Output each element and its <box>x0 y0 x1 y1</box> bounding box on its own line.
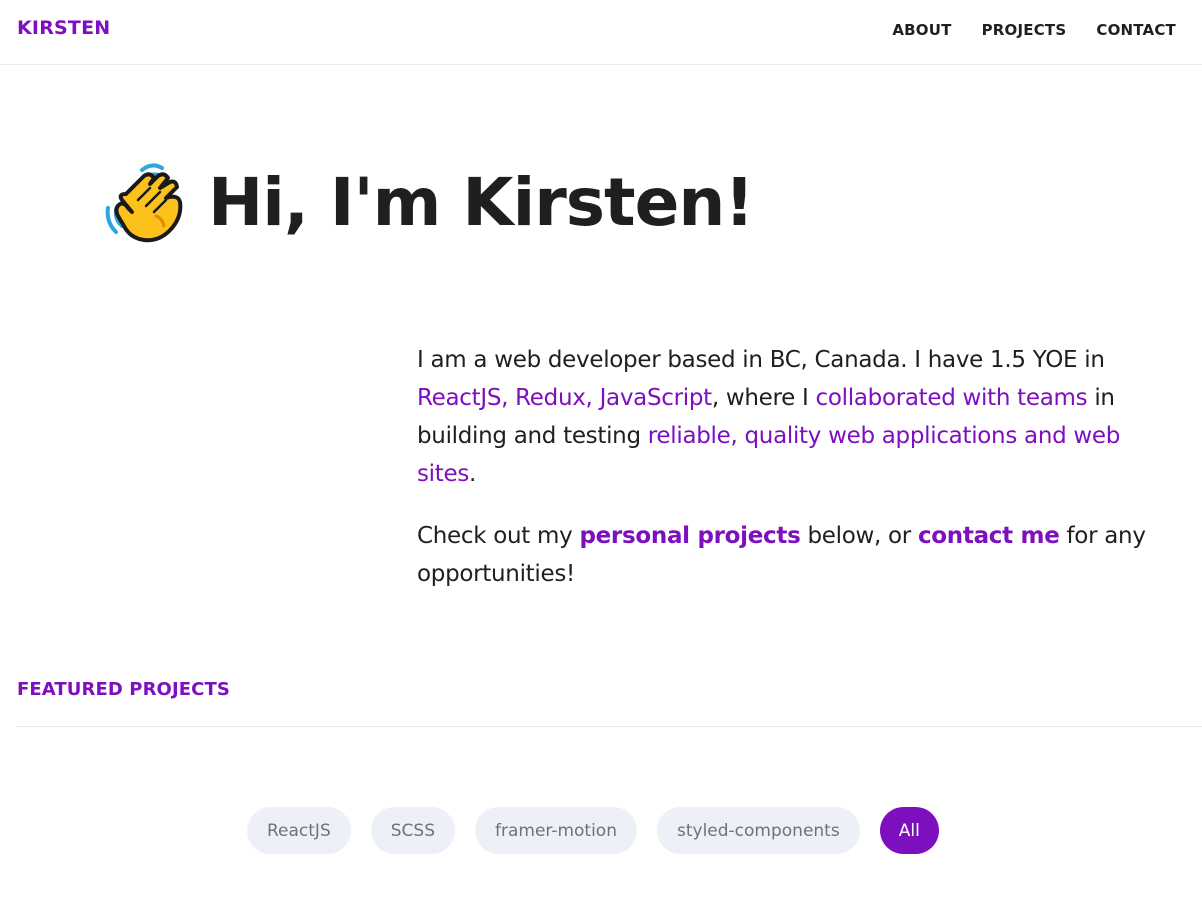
intro-text-span: . <box>469 461 477 487</box>
brand-logo-link[interactable]: KIRSTEN <box>17 17 110 39</box>
skills-highlight: ReactJS, Redux, JavaScript <box>417 385 712 411</box>
filter-chip-reactjs[interactable]: ReactJS <box>247 807 351 854</box>
intro-paragraph-1: I am a web developer based in BC, Canada… <box>417 341 1157 493</box>
project-filter-bar: ReactJS SCSS framer-motion styled-compon… <box>247 807 939 854</box>
main-nav: ABOUT PROJECTS CONTACT <box>892 21 1176 39</box>
nav-about-link[interactable]: ABOUT <box>892 21 951 39</box>
filter-chip-framer-motion[interactable]: framer-motion <box>475 807 637 854</box>
teams-highlight: collaborated with teams <box>815 385 1088 411</box>
waving-hand-icon <box>105 163 183 243</box>
nav-projects-link[interactable]: PROJECTS <box>982 21 1067 39</box>
intro-text-span: Check out my <box>417 523 580 549</box>
filter-chip-styled-components[interactable]: styled-components <box>656 807 860 854</box>
filter-chip-all[interactable]: All <box>879 807 939 854</box>
contact-me-link[interactable]: contact me <box>918 523 1060 549</box>
personal-projects-link[interactable]: personal projects <box>579 523 800 549</box>
hero-heading: Hi, I'm Kirsten! <box>208 163 754 241</box>
hero-section: Hi, I'm Kirsten! <box>104 160 754 244</box>
section-divider <box>17 726 1202 727</box>
filter-chip-scss[interactable]: SCSS <box>370 807 455 854</box>
intro-text-span: below, or <box>800 523 918 549</box>
top-navbar: KIRSTEN ABOUT PROJECTS CONTACT <box>0 0 1202 65</box>
intro-text-span: , where I <box>711 385 816 411</box>
intro-paragraph-2: Check out my personal projects below, or… <box>417 517 1157 593</box>
featured-projects-title: FEATURED PROJECTS <box>17 679 230 700</box>
intro-text-span: I am a web developer based in BC, Canada… <box>417 347 1105 373</box>
intro-text: I am a web developer based in BC, Canada… <box>417 341 1157 617</box>
nav-contact-link[interactable]: CONTACT <box>1096 21 1176 39</box>
